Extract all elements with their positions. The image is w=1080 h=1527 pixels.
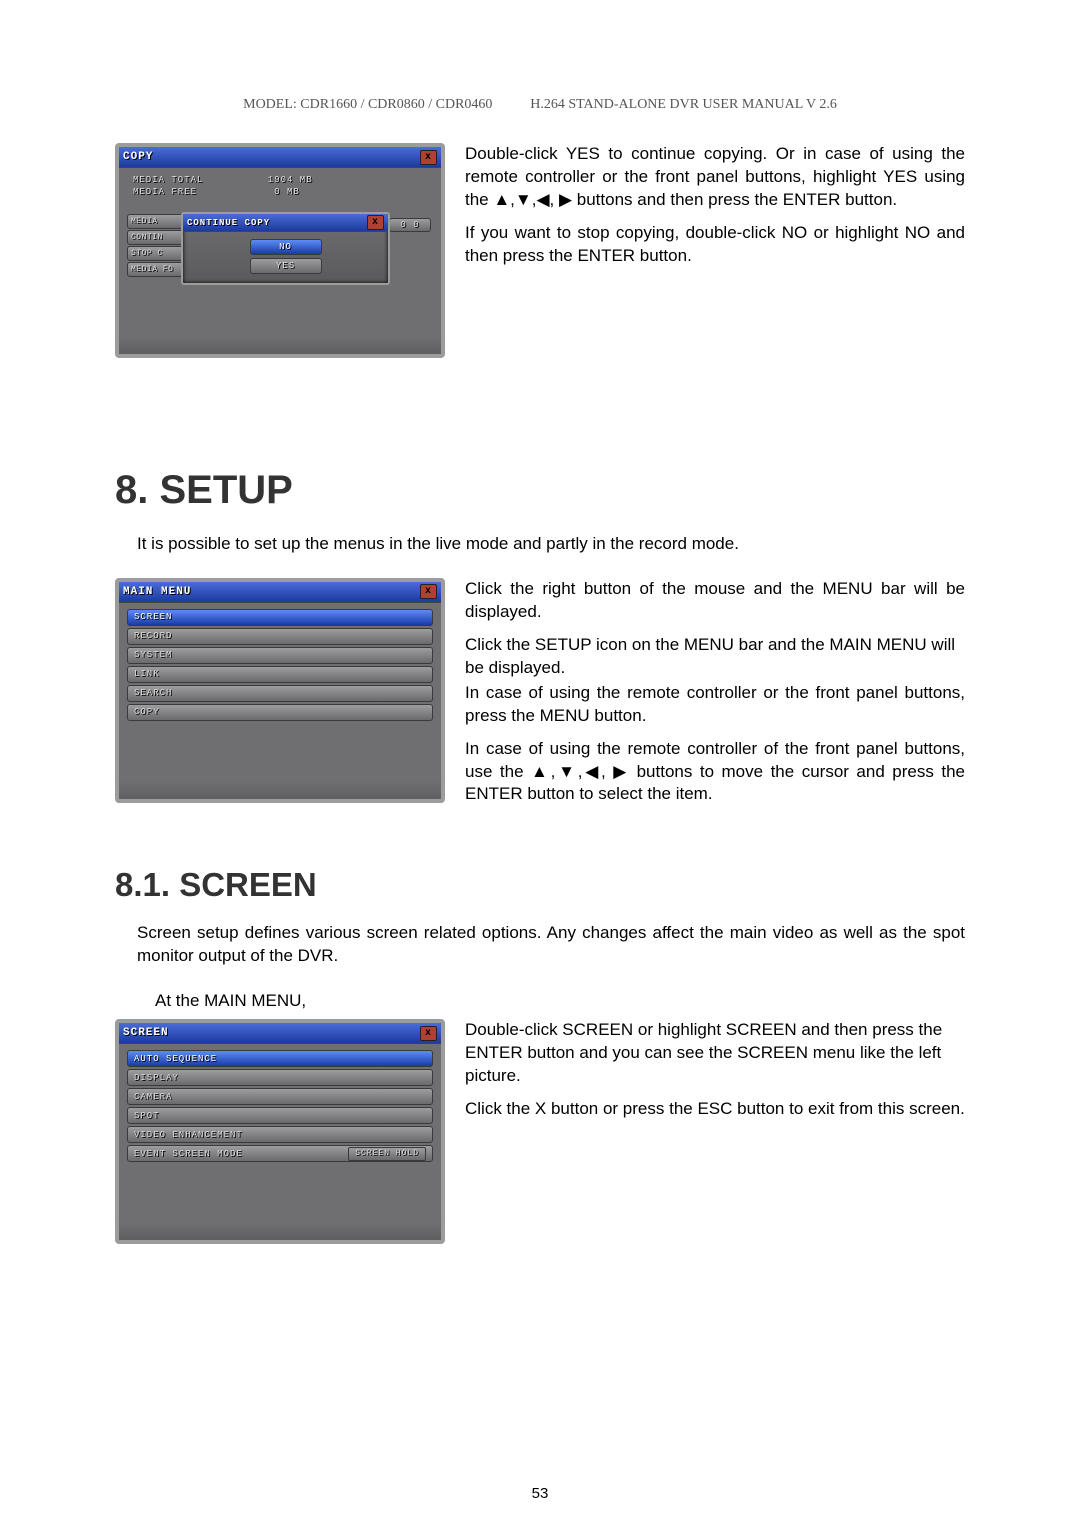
page-number: 53: [0, 1485, 1080, 1502]
event-screen-mode-value: SCREEN HOLD: [348, 1147, 426, 1161]
copy-paragraph-1: Double-click YES to continue copying. Or…: [465, 143, 965, 212]
section-heading-setup: 8. SETUP: [115, 468, 965, 513]
menu-item-camera[interactable]: CAMERA: [127, 1088, 433, 1105]
page-header: MODEL: CDR1660 / CDR0860 / CDR0460 H.264…: [115, 95, 965, 113]
menu-item-auto-sequence[interactable]: AUTO SEQUENCE: [127, 1050, 433, 1067]
menu-item-system[interactable]: SYSTEM: [127, 647, 433, 664]
menu-item-search[interactable]: SEARCH: [127, 685, 433, 702]
mainmenu-paragraph-1: Click the right button of the mouse and …: [465, 578, 965, 624]
continue-copy-title: CONTINUE COPY: [187, 218, 367, 228]
copy-dialog: COPY x MEDIA TOTAL 1904 MB MEDIA FREE 0 …: [115, 143, 445, 358]
media-total-label: MEDIA TOTAL: [133, 175, 203, 185]
menu-item-copy[interactable]: COPY: [127, 704, 433, 721]
main-menu-title: MAIN MENU: [123, 586, 420, 598]
continue-copy-dialog: CONTINUE COPY x NO YES: [181, 212, 390, 285]
menu-item-video-enhancement[interactable]: VIDEO ENHANCEMENT: [127, 1126, 433, 1143]
close-icon[interactable]: x: [420, 1026, 437, 1041]
media-total-value: 1904 MB: [268, 175, 313, 185]
section-heading-screen: 8.1. SCREEN: [115, 866, 965, 904]
copy-paragraph-2: If you want to stop copying, double-clic…: [465, 222, 965, 268]
setup-intro: It is possible to set up the menus in th…: [137, 533, 965, 556]
header-model: MODEL: CDR1660 / CDR0860 / CDR0460: [243, 97, 492, 112]
screen-paragraph-2: Click the X button or press the ESC butt…: [465, 1098, 965, 1121]
trailing-value: 0 0: [389, 218, 431, 232]
screen-menu-dialog: SCREEN x AUTO SEQUENCE DISPLAY CAMERA SP…: [115, 1019, 445, 1244]
no-button[interactable]: NO: [250, 239, 322, 255]
menu-item-link[interactable]: LINK: [127, 666, 433, 683]
header-doc: H.264 STAND-ALONE DVR USER MANUAL V 2.6: [530, 97, 837, 112]
copy-dialog-title: COPY: [123, 151, 420, 163]
screen-menu-title: SCREEN: [123, 1027, 420, 1039]
mainmenu-paragraph-3: In case of using the remote controller o…: [465, 682, 965, 728]
menu-item-screen[interactable]: SCREEN: [127, 609, 433, 626]
mainmenu-paragraph-4: In case of using the remote controller o…: [465, 738, 965, 807]
media-free-value: 0 MB: [274, 187, 300, 197]
event-screen-mode-label: EVENT SCREEN MODE: [134, 1149, 243, 1159]
side-label-stop: STOP C: [127, 246, 184, 261]
side-label-contin: CONTIN: [127, 230, 184, 245]
screen-intro: Screen setup defines various screen rela…: [137, 922, 965, 968]
mainmenu-paragraph-2: Click the SETUP icon on the MENU bar and…: [465, 634, 965, 680]
main-menu-dialog: MAIN MENU x SCREEN RECORD SYSTEM LINK SE…: [115, 578, 445, 803]
menu-item-event-screen-mode[interactable]: EVENT SCREEN MODE SCREEN HOLD: [127, 1145, 433, 1162]
menu-item-display[interactable]: DISPLAY: [127, 1069, 433, 1086]
screen-paragraph-1: Double-click SCREEN or highlight SCREEN …: [465, 1019, 965, 1088]
menu-item-spot[interactable]: SPOT: [127, 1107, 433, 1124]
yes-button[interactable]: YES: [250, 258, 322, 274]
close-icon[interactable]: x: [367, 215, 384, 230]
media-free-label: MEDIA FREE: [133, 187, 197, 197]
menu-item-record[interactable]: RECORD: [127, 628, 433, 645]
side-label-media: MEDIA: [127, 214, 184, 229]
close-icon[interactable]: x: [420, 150, 437, 165]
close-icon[interactable]: x: [420, 584, 437, 599]
at-main-menu-label: At the MAIN MENU,: [155, 990, 965, 1013]
